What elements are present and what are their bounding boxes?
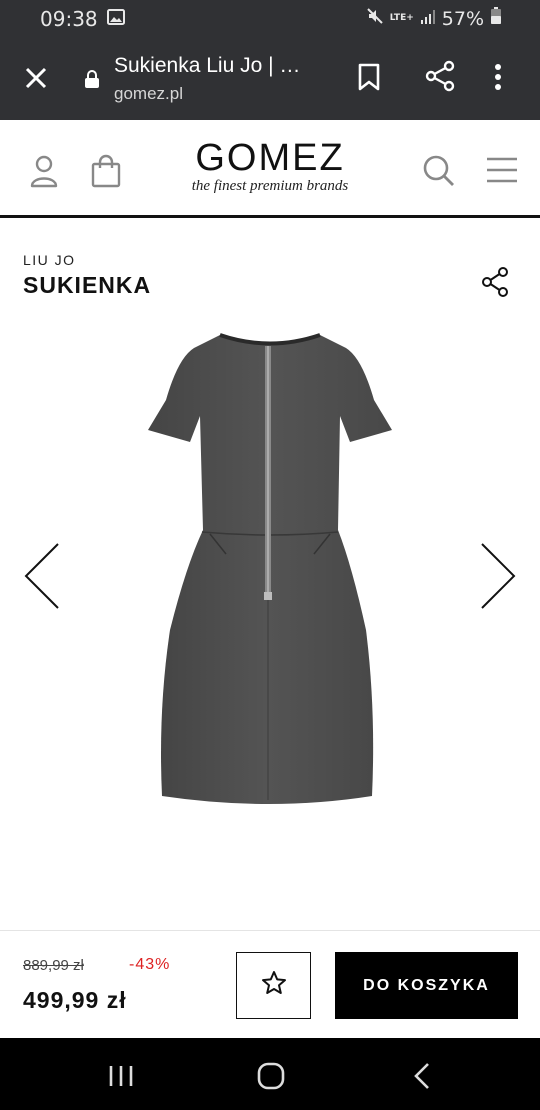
more-icon[interactable] [494, 62, 502, 97]
menu-icon[interactable] [486, 156, 518, 189]
product-name: SUKIENKA [23, 272, 152, 298]
logo-tagline: the finest premium brands [191, 178, 349, 194]
gallery-icon [107, 9, 125, 30]
share-icon[interactable] [424, 60, 456, 97]
user-icon[interactable] [28, 154, 60, 193]
status-right: LTE+ 57% [366, 7, 502, 30]
site-logo[interactable]: GOMEZ the finest premium brands [170, 138, 370, 195]
price-bar: 889,99 zł -43% 499,99 zł DO KOSZYKA [0, 930, 540, 1038]
status-bar: 09:38 LTE+ 57% [0, 0, 540, 36]
wishlist-button[interactable] [236, 952, 311, 1019]
mute-icon [366, 7, 384, 30]
page-url: gomez.pl [114, 84, 183, 103]
bookmark-icon[interactable] [356, 62, 382, 97]
share-icon[interactable] [480, 266, 510, 303]
battery-icon [490, 7, 502, 30]
chevron-right-icon[interactable] [478, 542, 518, 615]
bag-icon[interactable] [90, 154, 122, 193]
logo-text: GOMEZ [195, 137, 345, 179]
recent-apps-icon[interactable] [108, 1064, 134, 1093]
page-title: Sukienka Liu Jo | … [114, 54, 301, 77]
current-price: 499,99 zł [23, 987, 127, 1013]
system-nav-bar [0, 1038, 540, 1110]
old-price: 889,99 zł [23, 957, 84, 974]
site-header: GOMEZ the finest premium brands [0, 120, 540, 218]
status-time: 09:38 [40, 7, 98, 31]
product-image[interactable] [140, 330, 400, 810]
close-icon[interactable] [22, 64, 50, 92]
battery-level: 57% [441, 7, 484, 30]
star-icon [261, 970, 287, 1001]
discount-badge: -43% [129, 956, 171, 973]
chevron-left-icon[interactable] [22, 542, 62, 615]
add-to-cart-button[interactable]: DO KOSZYKA [335, 952, 518, 1019]
product-brand[interactable]: LIU JO [23, 252, 76, 268]
signal-icon [420, 8, 436, 30]
network-type: LTE+ [389, 13, 414, 23]
lock-icon [84, 69, 100, 94]
back-icon[interactable] [413, 1062, 431, 1095]
custom-tab-bar: Sukienka Liu Jo | … gomez.pl [0, 36, 540, 120]
home-icon[interactable] [257, 1062, 285, 1095]
browser-top-bar: 09:38 LTE+ 57% Sukienka Liu Jo | … gomez… [0, 0, 540, 120]
search-icon[interactable] [422, 154, 456, 193]
